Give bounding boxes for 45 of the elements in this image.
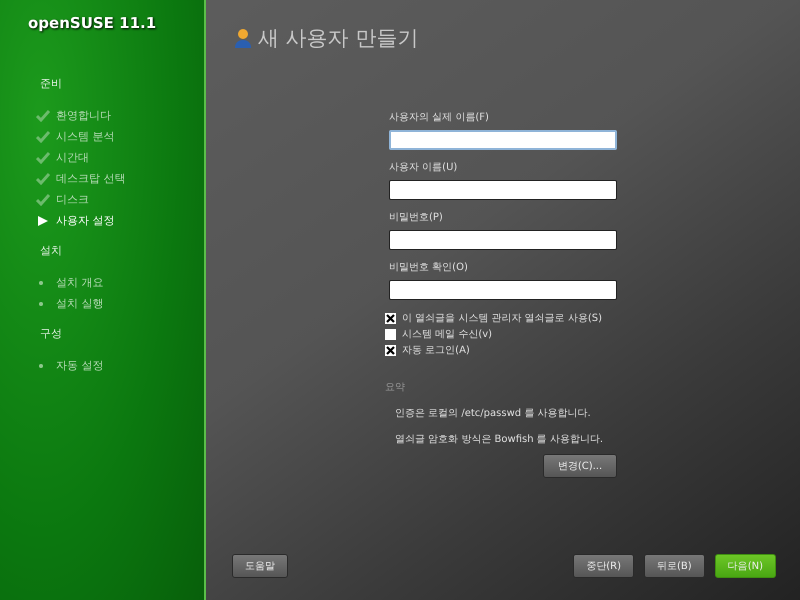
user-icon <box>234 28 252 48</box>
section-title: 구성 <box>40 326 63 341</box>
input-field[interactable] <box>389 130 617 150</box>
step-label: 설치 실행 <box>56 296 104 311</box>
field-label: 비밀번호 확인(O) <box>389 261 469 274</box>
input-field[interactable] <box>389 180 617 200</box>
bullet-icon <box>39 302 43 306</box>
input-field[interactable] <box>389 230 617 250</box>
action-button[interactable]: 뒤로(B) <box>644 554 705 578</box>
field-label: 사용자의 실제 이름(F) <box>389 111 490 124</box>
check-icon <box>36 110 50 122</box>
checkbox-label: 시스템 메일 수신(v) <box>402 328 492 341</box>
step-label: 시스템 분석 <box>56 129 114 144</box>
change-button[interactable]: 변경(C)... <box>543 454 617 478</box>
section-title: 설치 <box>40 243 63 258</box>
step-label: 디스크 <box>56 192 89 207</box>
step-label: 데스크탑 선택 <box>56 171 126 186</box>
summary-text: 열쇠글 암호화 방식은 Bowfish 를 사용합니다. <box>395 433 604 446</box>
bullet-icon <box>39 364 43 368</box>
checkbox[interactable] <box>385 328 396 340</box>
checkbox-label: 이 열쇠글을 시스템 관리자 열쇠글로 사용(S) <box>402 312 602 325</box>
input-field[interactable] <box>389 280 617 300</box>
field-label: 비밀번호(P) <box>389 211 444 224</box>
step-label: 사용자 설정 <box>56 213 114 228</box>
product-logo: openSUSE 11.1 <box>28 14 158 32</box>
action-button[interactable]: 중단(R) <box>573 554 634 578</box>
summary-text: 인증은 로컬의 /etc/passwd 를 사용합니다. <box>395 407 592 420</box>
check-icon <box>36 172 50 184</box>
step-label: 설치 개요 <box>56 275 104 290</box>
step-label: 환영합니다 <box>56 108 111 123</box>
field-label: 사용자 이름(U) <box>389 161 458 174</box>
step-label: 자동 설정 <box>56 358 104 373</box>
arrow-icon <box>36 216 50 226</box>
bullet-icon <box>39 280 43 284</box>
step-label: 시간대 <box>56 150 89 165</box>
page-title: 새 사용자 만들기 <box>258 25 418 52</box>
section-title: 준비 <box>40 76 63 91</box>
help-button[interactable]: 도움말 <box>232 554 288 578</box>
checkbox-label: 자동 로그인(A) <box>402 344 470 357</box>
check-icon <box>36 194 50 206</box>
summary-title: 요약 <box>385 381 406 394</box>
check-icon <box>36 130 50 142</box>
checkbox[interactable] <box>385 344 396 356</box>
checkbox[interactable] <box>385 312 396 324</box>
check-icon <box>36 152 50 164</box>
